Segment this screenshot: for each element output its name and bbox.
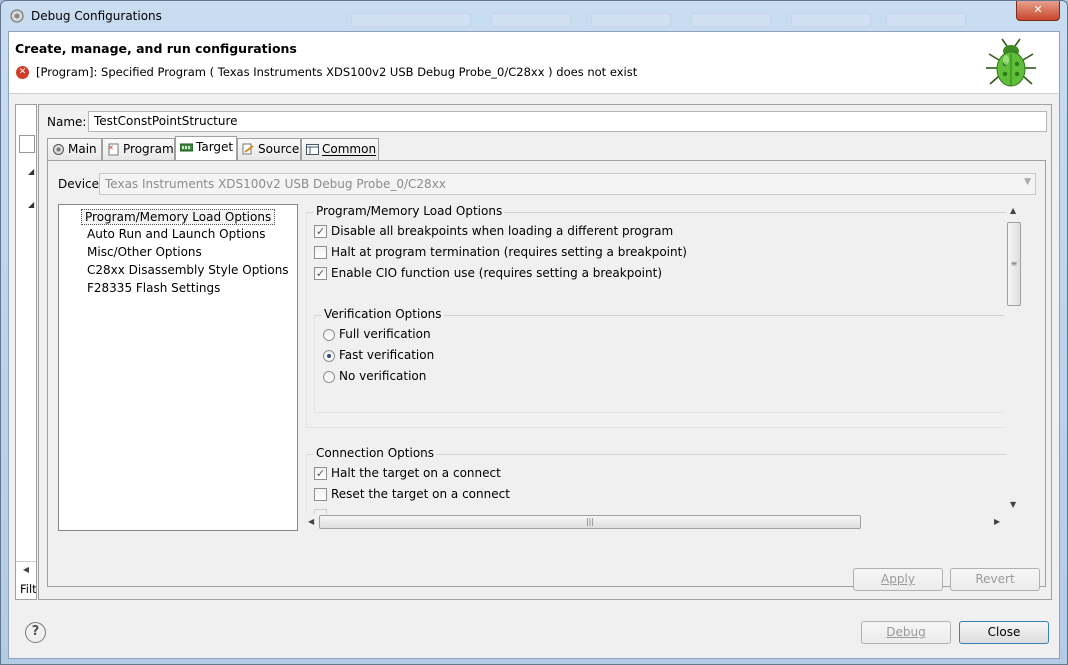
list-item[interactable]: C28xx Disassembly Style Options — [84, 263, 292, 277]
scroll-up-arrow-icon[interactable]: ▲ — [1010, 206, 1016, 215]
radio-label: Full verification — [339, 327, 431, 341]
radio-label: No verification — [339, 369, 427, 383]
error-message: [Program]: Specified Program ( Texas Ins… — [36, 65, 638, 79]
checkbox-box[interactable]: ✓ — [314, 467, 327, 480]
list-item[interactable]: Program/Memory Load Options — [81, 209, 276, 225]
revert-button[interactable]: Revert — [950, 568, 1040, 591]
debug-button[interactable]: Debug — [861, 621, 951, 644]
configuration-editor: Name: TestConstPointStructure Main ✕ Pro… — [38, 104, 1052, 600]
tab-label: Program — [123, 142, 174, 156]
debug-bug-icon — [986, 38, 1036, 87]
full-verification-radio[interactable]: Full verification — [322, 327, 431, 341]
background-tab-ghost — [351, 13, 471, 27]
radio-label: Fast verification — [339, 348, 435, 362]
background-tab-ghost — [591, 13, 671, 27]
device-value: Texas Instruments XDS100v2 USB Debug Pro… — [105, 177, 446, 191]
debug-label: Debug — [886, 625, 926, 639]
svg-text:✕: ✕ — [108, 144, 114, 152]
scroll-left-arrow-icon[interactable]: ◀ — [16, 561, 36, 577]
help-icon[interactable]: ? — [25, 622, 46, 643]
enable-cio-checkbox[interactable]: ✓ Enable CIO function use (requires sett… — [314, 266, 662, 280]
checkbox-box[interactable] — [314, 246, 327, 259]
device-select[interactable]: Texas Instruments XDS100v2 USB Debug Pro… — [99, 173, 1036, 195]
checkbox-label: Disable all breakpoints when loading a d… — [331, 224, 674, 238]
common-icon — [306, 144, 319, 155]
apply-label: Apply — [881, 572, 915, 586]
load-options-title: Program/Memory Load Options — [314, 204, 505, 218]
radio-button[interactable] — [323, 350, 335, 362]
target-tab-panel: Device Texas Instruments XDS100v2 USB De… — [47, 160, 1046, 587]
tab-source[interactable]: Source — [237, 138, 301, 161]
checkbox-label: Halt the target on a connect — [331, 466, 501, 480]
program-icon: ✕ — [108, 143, 119, 156]
main-icon — [53, 144, 64, 155]
filter-input[interactable] — [19, 135, 35, 153]
configuration-tree-pane[interactable]: ◢ ◢ ◀ Filt — [15, 104, 37, 600]
tab-common[interactable]: Common — [301, 138, 379, 161]
scroll-down-arrow-icon[interactable]: ▼ — [1010, 500, 1016, 509]
list-item[interactable]: Misc/Other Options — [84, 245, 205, 259]
checkbox-label: Reset the target on a connect — [331, 487, 510, 501]
tab-program[interactable]: ✕ Program — [102, 138, 175, 161]
horizontal-scrollbar[interactable]: ◀ ||| ▶ — [306, 514, 1006, 530]
halt-on-connect-checkbox[interactable]: ✓ Halt the target on a connect — [314, 466, 501, 480]
tree-expand-icon[interactable]: ◢ — [28, 200, 34, 209]
name-label: Name: — [47, 115, 87, 129]
scroll-left-arrow-icon[interactable]: ◀ — [308, 517, 314, 526]
header-title: Create, manage, and run configurations — [15, 41, 297, 56]
dialog-header: Create, manage, and run configurations ✕… — [9, 32, 1059, 94]
checkbox-label: Halt at program termination (requires se… — [331, 245, 687, 259]
error-icon: ✕ — [16, 66, 29, 79]
chevron-down-icon: ▼ — [1024, 177, 1031, 187]
tab-label: Source — [258, 142, 300, 156]
connection-options-title: Connection Options — [314, 446, 437, 460]
list-item[interactable]: Auto Run and Launch Options — [84, 227, 268, 241]
tab-main[interactable]: Main — [47, 138, 102, 161]
window-close-button[interactable]: ✕ — [1016, 1, 1060, 21]
dialog-client-area: Create, manage, and run configurations ✕… — [8, 31, 1060, 659]
tree-expand-icon[interactable]: ◢ — [28, 167, 34, 176]
checkbox-box[interactable] — [314, 488, 327, 501]
disable-breakpoints-checkbox[interactable]: ✓ Disable all breakpoints when loading a… — [314, 224, 673, 238]
close-button[interactable]: Close — [959, 621, 1049, 644]
horizontal-scroll-thumb[interactable]: ||| — [319, 515, 861, 529]
checkbox-label: Enable CIO function use (requires settin… — [331, 266, 663, 280]
no-verification-radio[interactable]: No verification — [322, 369, 426, 383]
tab-target[interactable]: Target — [175, 136, 237, 161]
tab-label: Target — [196, 140, 234, 154]
debug-configurations-window: Debug Configurations ✕ Create, manage, a… — [0, 0, 1068, 665]
radio-button[interactable] — [323, 371, 335, 383]
vertical-scroll-thumb[interactable]: ≡ — [1007, 222, 1021, 306]
reset-on-connect-checkbox[interactable]: Reset the target on a connect — [314, 487, 510, 501]
close-label: Close — [987, 625, 1021, 639]
background-tab-ghost — [491, 13, 571, 27]
tab-label: Main — [68, 142, 97, 156]
source-icon — [242, 143, 254, 155]
checkbox-box[interactable]: ✓ — [314, 267, 327, 280]
background-tab-ghost — [691, 13, 771, 27]
background-tab-ghost — [886, 13, 966, 27]
option-category-list[interactable]: Program/Memory Load Options Auto Run and… — [58, 204, 298, 531]
debug-gear-icon — [10, 9, 24, 23]
fast-verification-radio[interactable]: Fast verification — [322, 348, 434, 362]
name-field[interactable]: TestConstPointStructure — [88, 111, 1047, 132]
radio-button[interactable] — [323, 329, 335, 341]
vertical-scrollbar[interactable]: ▲ ≡ ▼ — [1006, 204, 1022, 514]
filter-status-label: Filt — [20, 582, 37, 596]
revert-label: Revert — [975, 572, 1015, 586]
list-item[interactable]: F28335 Flash Settings — [84, 281, 223, 295]
target-icon — [180, 143, 193, 152]
apply-button[interactable]: Apply — [853, 568, 943, 591]
window-title: Debug Configurations — [31, 9, 162, 23]
connection-options-group — [306, 454, 1006, 514]
device-label: Device — [58, 177, 100, 191]
halt-at-termination-checkbox[interactable]: Halt at program termination (requires se… — [314, 245, 687, 259]
scroll-right-arrow-icon[interactable]: ▶ — [994, 517, 1000, 526]
title-bar[interactable]: Debug Configurations ✕ — [1, 1, 1067, 31]
options-scroll-area: Program/Memory Load Options ✓ Disable al… — [306, 204, 1026, 514]
tab-label: Common — [322, 142, 377, 156]
verification-title: Verification Options — [322, 307, 444, 321]
background-tab-ghost — [791, 13, 871, 27]
checkbox-box[interactable]: ✓ — [314, 225, 327, 238]
